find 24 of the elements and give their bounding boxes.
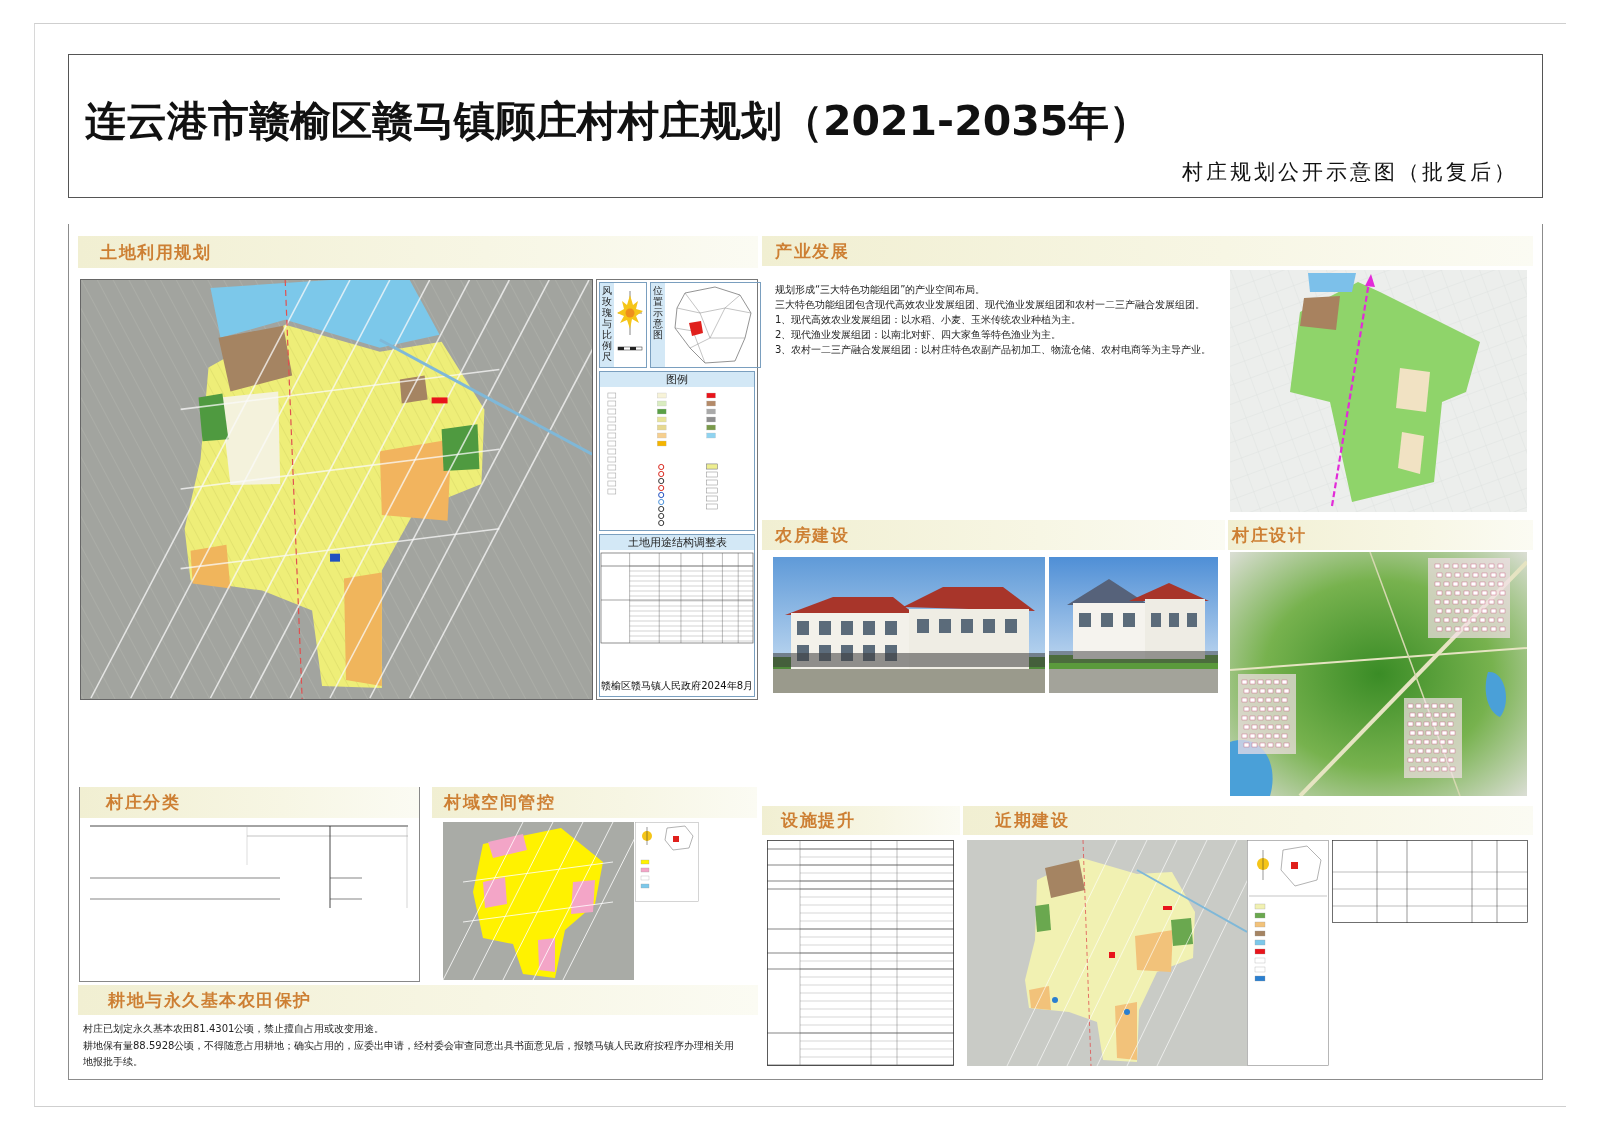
industry-text: 规划形成“三大特色功能组团”的产业空间布局。 [775,283,987,297]
farmland-text: 村庄已划定永久基本农田81.4301公顷，禁止擅自占用或改变用途。 [83,1022,386,1036]
section-heading: 村庄设计 [1228,520,1533,550]
poster-subtitle: 村庄规划公开示意图（批复后） [1182,161,1518,185]
section-heading: 村域空间管控 [432,787,757,818]
panel-label: 风玫瑰与比例尺 [600,283,614,367]
section-heading: 设施提升 [762,806,960,835]
panel-label: 位置示意图 [651,283,665,367]
section-heading: 土地利用规划 [78,236,758,268]
farmland-text: 耕地保有量88.5928公顷，不得随意占用耕地；确实占用的，应委出申请，经村委会审查同意出具书面意见后，报赣马镇人民政府按程序办理相关用地报批手续。 [83,1038,735,1069]
section-heading: 农房建设 [762,520,1225,550]
date-text: 2024年8月 [701,680,753,692]
poster-title: 连云港市赣榆区赣马镇顾庄村村庄规划（2021-2035年） [85,100,1151,144]
industry-text: 三大特色功能组团包含现代高效农业发展组团、现代渔业发展组团和农村一二三产融合发展组团。 [775,298,1206,312]
table-title: 土地用途结构调整表 [600,535,754,550]
issuer-text: 赣榆区赣马镇人民政府 [601,680,701,692]
industry-text: 1、现代高效农业发展组团：以水稻、小麦、玉米传统农业种植为主。 [775,313,1083,327]
section-heading: 近期建设 [963,806,1533,835]
industry-text: 3、农村一二三产融合发展组团：以村庄特色农副产品初加工、物流仓储、农村电商等为主导产业。 [775,343,1213,357]
section-heading: 耕地与永久基本农田保护 [78,985,758,1015]
section-heading: 产业发展 [762,236,1533,266]
legend-title: 图例 [600,372,754,387]
section-heading: 村庄分类 [80,787,419,818]
industry-text: 2、现代渔业发展组团：以南北对虾、四大家鱼等特色渔业为主。 [775,328,1063,342]
